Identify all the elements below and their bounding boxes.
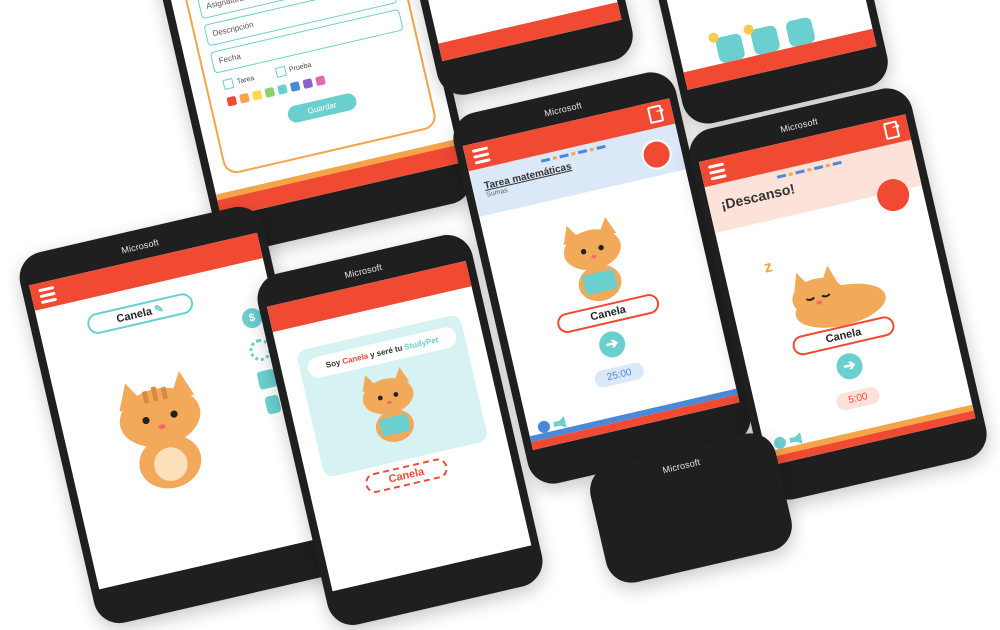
intro-text-app: StudyPet [403,335,440,352]
color-swatch[interactable] [315,75,326,87]
pet-name-box[interactable]: Canela ✎ [85,291,196,337]
task-label: Tarea [236,74,256,86]
next-arrow-button[interactable]: ➔ [833,350,866,382]
intro-text-middle: y seré tu [367,343,406,361]
color-swatch[interactable] [289,81,301,92]
color-swatch[interactable] [226,95,238,107]
save-button[interactable]: Guardar [286,91,359,125]
cat-illustration [119,371,202,489]
timer: 5:00 [834,385,882,412]
menu-icon[interactable] [38,285,58,307]
menu-icon[interactable] [707,162,728,183]
color-swatch[interactable] [239,92,250,104]
bottom-bar [438,2,622,62]
color-swatch[interactable] [251,89,263,101]
pet-name: Canela [589,303,628,324]
pet-name: Canela [387,465,426,486]
shop-screen [651,0,877,90]
intro-text-name: Canela [341,351,370,367]
pet-name: Canela [824,325,863,346]
form-card: Asignatura Descripción Fecha Tarea Prueb… [171,0,439,176]
edit-icon[interactable]: ✎ [154,303,166,317]
timer: 25:00 [593,361,646,390]
partial-screen [412,0,622,62]
menu-icon[interactable] [471,146,492,167]
exam-label: Prueba [288,61,313,74]
color-swatch[interactable] [302,78,314,90]
form-screen: Asignatura Descripción Fecha Tarea Prueb… [155,0,462,219]
exit-icon[interactable] [882,120,901,141]
exam-checkbox[interactable]: Prueba [274,60,313,78]
task-checkbox[interactable]: Tarea [222,73,255,90]
exit-icon[interactable] [646,104,665,125]
color-swatch[interactable] [264,86,276,98]
next-arrow-button[interactable]: ➔ [596,328,628,360]
pet-name: Canela [115,305,154,326]
color-swatch[interactable] [277,84,288,95]
